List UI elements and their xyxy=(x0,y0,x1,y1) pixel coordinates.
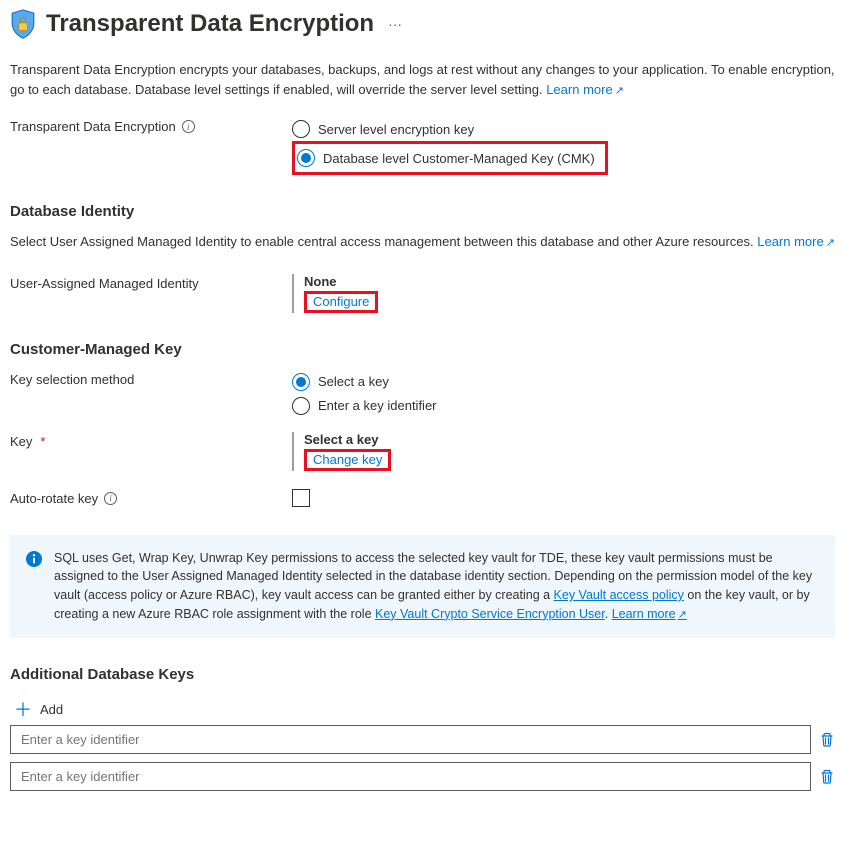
autorotate-checkbox[interactable] xyxy=(292,489,310,507)
delete-icon[interactable] xyxy=(819,768,835,784)
more-actions-button[interactable]: ··· xyxy=(384,12,406,36)
tde-field: Transparent Data Encryption i Server lev… xyxy=(10,117,835,175)
section-cmk: Customer-Managed Key xyxy=(10,341,835,358)
radio-icon-selected xyxy=(292,373,310,391)
radio-select-key[interactable]: Select a key xyxy=(292,370,835,394)
info-panel: SQL uses Get, Wrap Key, Unwrap Key permi… xyxy=(10,535,835,638)
info-icon[interactable]: i xyxy=(104,492,117,505)
autorotate-label: Auto-rotate key i xyxy=(10,489,292,506)
kv-access-policy-link[interactable]: Key Vault access policy xyxy=(554,588,684,602)
external-link-icon: ↗ xyxy=(826,237,835,249)
info-panel-text: SQL uses Get, Wrap Key, Unwrap Key permi… xyxy=(54,549,819,624)
tde-description-text: Transparent Data Encryption encrypts you… xyxy=(10,62,835,97)
add-label: Add xyxy=(40,702,63,717)
uami-label: User-Assigned Managed Identity xyxy=(10,274,292,291)
tde-description: Transparent Data Encryption encrypts you… xyxy=(10,60,835,99)
radio-icon-unselected xyxy=(292,120,310,138)
learn-more-link[interactable]: Learn more↗ xyxy=(757,234,835,249)
radio-label: Server level encryption key xyxy=(318,122,474,137)
key-row xyxy=(10,762,835,791)
configure-identity-link[interactable]: Configure xyxy=(313,294,369,309)
info-icon[interactable]: i xyxy=(182,120,195,133)
page-title: Transparent Data Encryption xyxy=(46,10,374,38)
highlight-box: Configure xyxy=(304,291,378,313)
section-additional-keys: Additional Database Keys xyxy=(10,666,835,683)
shield-lock-icon xyxy=(10,8,36,40)
key-value: Select a key xyxy=(304,432,835,447)
uami-field: User-Assigned Managed Identity None Conf… xyxy=(10,274,835,313)
uami-value-block: None Configure xyxy=(292,274,835,313)
delete-icon[interactable] xyxy=(819,731,835,747)
change-key-link[interactable]: Change key xyxy=(313,452,382,467)
external-link-icon: ↗ xyxy=(615,85,624,97)
learn-more-link[interactable]: Learn more↗ xyxy=(612,607,687,621)
page-header: Transparent Data Encryption ··· xyxy=(10,8,835,40)
key-identifier-input[interactable] xyxy=(10,725,811,754)
radio-label: Select a key xyxy=(318,374,389,389)
radio-database-level-cmk[interactable]: Database level Customer-Managed Key (CMK… xyxy=(297,146,595,170)
key-selection-method-field: Key selection method Select a key Enter … xyxy=(10,370,835,418)
key-selection-method-label: Key selection method xyxy=(10,370,292,387)
key-label: Key* xyxy=(10,432,292,449)
radio-icon-selected xyxy=(297,149,315,167)
key-field: Key* Select a key Change key xyxy=(10,432,835,471)
kv-crypto-role-link[interactable]: Key Vault Crypto Service Encryption User xyxy=(375,607,605,621)
external-link-icon: ↗ xyxy=(678,609,687,621)
tde-label: Transparent Data Encryption i xyxy=(10,117,292,134)
radio-server-level[interactable]: Server level encryption key xyxy=(292,117,835,141)
radio-label: Enter a key identifier xyxy=(318,398,437,413)
highlight-box: Database level Customer-Managed Key (CMK… xyxy=(292,141,608,175)
add-key-button[interactable]: ＋ Add xyxy=(10,695,67,725)
key-value-block: Select a key Change key xyxy=(292,432,835,471)
radio-label: Database level Customer-Managed Key (CMK… xyxy=(323,151,595,166)
uami-value: None xyxy=(304,274,835,289)
plus-icon: ＋ xyxy=(14,701,32,719)
section-database-identity: Database Identity xyxy=(10,203,835,220)
autorotate-field: Auto-rotate key i xyxy=(10,489,835,507)
learn-more-link[interactable]: Learn more↗ xyxy=(546,82,624,97)
key-row xyxy=(10,725,835,754)
radio-icon-unselected xyxy=(292,397,310,415)
radio-enter-identifier[interactable]: Enter a key identifier xyxy=(292,394,835,418)
info-circle-icon xyxy=(26,551,42,567)
highlight-box: Change key xyxy=(304,449,391,471)
key-identifier-input[interactable] xyxy=(10,762,811,791)
database-identity-text: Select User Assigned Managed Identity to… xyxy=(10,232,835,252)
